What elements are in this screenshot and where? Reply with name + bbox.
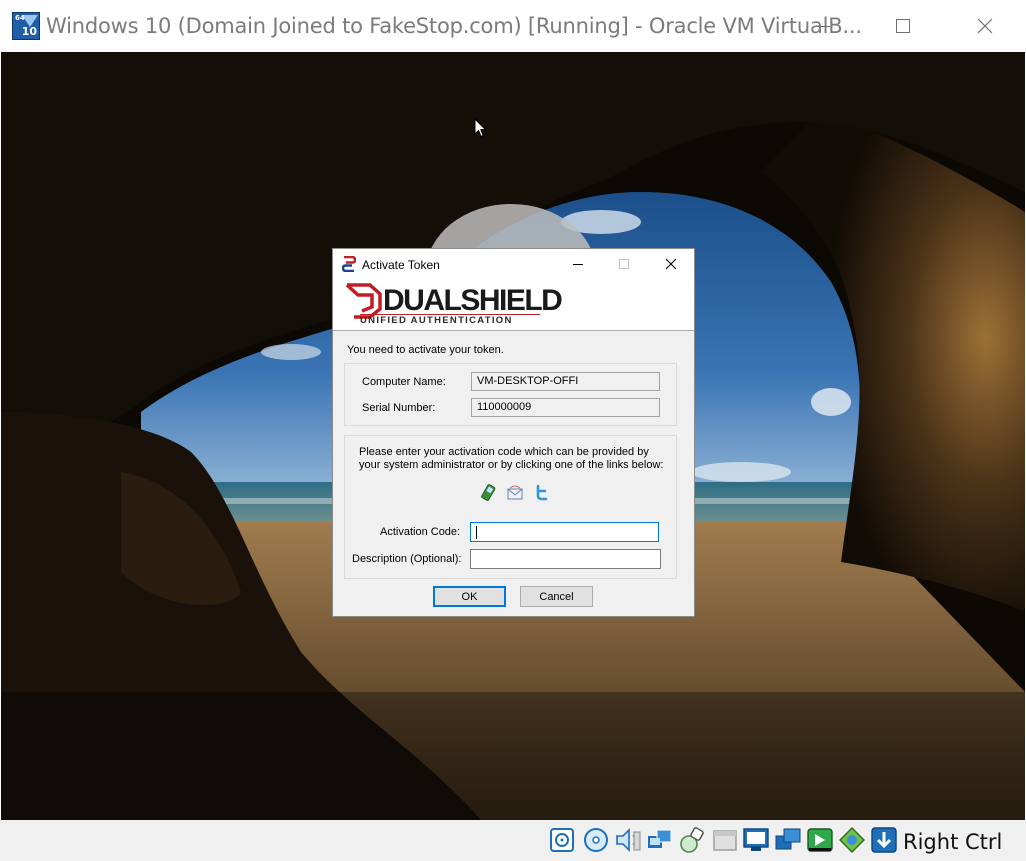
mouse-integration-icon[interactable]: [838, 826, 866, 854]
computer-name-field: VM-DESKTOP-OFFI: [471, 372, 660, 391]
activation-code-group: Please enter your activation code which …: [344, 435, 677, 579]
os-version-badge: 10: [21, 25, 37, 38]
maximize-icon: [619, 259, 629, 269]
token-info-group: Computer Name: VM-DESKTOP-OFFI Serial Nu…: [344, 363, 677, 426]
dialog-close-button[interactable]: [648, 249, 694, 279]
network-icon[interactable]: [646, 826, 674, 854]
description-label: Description (Optional):: [352, 553, 462, 565]
twitter-link-icon[interactable]: [532, 484, 550, 502]
close-icon: [665, 258, 677, 270]
brand-name: DUALSHIELD: [383, 284, 563, 317]
activation-message: You need to activate your token.: [347, 344, 504, 356]
dualshield-app-icon: [342, 256, 356, 272]
virtualbox-vm-icon[interactable]: 64 10: [12, 12, 40, 40]
audio-icon[interactable]: [614, 826, 642, 854]
dialog-maximize-button: [601, 249, 647, 279]
serial-number-label: Serial Number:: [362, 402, 436, 414]
close-button[interactable]: [958, 0, 1012, 52]
activation-instructions: Please enter your activation code which …: [359, 446, 664, 471]
keyboard-capture-icon[interactable]: [870, 826, 898, 854]
minimize-icon: [573, 263, 583, 265]
recording-icon[interactable]: [806, 826, 834, 854]
minimize-button[interactable]: [796, 0, 850, 52]
close-icon: [977, 18, 993, 34]
dialog-titlebar[interactable]: Activate Token: [333, 249, 694, 279]
activation-code-input[interactable]: [470, 522, 659, 542]
dialog-minimize-button[interactable]: [555, 249, 601, 279]
vbox-titlebar[interactable]: 64 10 Windows 10 (Domain Joined to FakeS…: [0, 0, 1026, 52]
maximize-button[interactable]: [876, 0, 930, 52]
hard-disk-icon[interactable]: [548, 826, 576, 854]
serial-number-field: 110000009: [471, 398, 660, 417]
dialog-title: Activate Token: [362, 258, 440, 272]
host-key-label: Right Ctrl: [903, 830, 1003, 854]
activation-code-label: Activation Code:: [380, 526, 461, 538]
text-caret: [476, 526, 477, 539]
description-input[interactable]: [470, 549, 661, 569]
brand-tagline: UNIFIED AUTHENTICATION: [360, 314, 540, 326]
window-title: Windows 10 (Domain Joined to FakeStop.co…: [46, 14, 862, 38]
mouse-pointer-icon: [474, 118, 487, 138]
minimize-icon: [816, 25, 830, 27]
computer-name-label: Computer Name:: [362, 376, 446, 388]
ok-button[interactable]: OK: [433, 586, 506, 607]
email-link-icon[interactable]: [506, 484, 524, 502]
dualshield-banner: DUALSHIELD UNIFIED AUTHENTICATION: [333, 279, 694, 331]
sms-link-icon[interactable]: [479, 484, 497, 502]
vbox-statusbar: Right Ctrl: [0, 820, 1026, 861]
display-icon[interactable]: [742, 826, 770, 854]
video-capture-icon[interactable]: [774, 826, 802, 854]
optical-drive-icon[interactable]: [582, 826, 610, 854]
vm-display[interactable]: Activate Token DUALSHIELD UNIFIED AUTHEN…: [1, 52, 1025, 820]
os-bitness-badge: 64: [15, 14, 25, 22]
maximize-icon: [896, 19, 910, 33]
activate-token-dialog: Activate Token DUALSHIELD UNIFIED AUTHEN…: [332, 248, 695, 617]
usb-icon[interactable]: [678, 826, 706, 854]
cancel-button[interactable]: Cancel: [520, 586, 593, 607]
shared-folders-icon[interactable]: [711, 826, 739, 854]
